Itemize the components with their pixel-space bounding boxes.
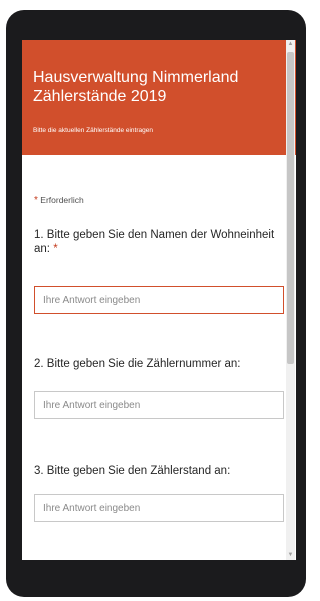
question-1-text: 1. Bitte geben Sie den Namen der Wohnein…: [34, 229, 275, 255]
required-note-text: Erforderlich: [40, 195, 84, 205]
vertical-scrollbar[interactable]: ▲ ▼: [286, 40, 295, 560]
required-note: * Erforderlich: [34, 195, 84, 206]
question-1-required-asterisk: *: [53, 243, 58, 255]
scroll-thumb[interactable]: [287, 52, 294, 364]
required-asterisk: *: [34, 195, 38, 206]
question-3-text: 3. Bitte geben Sie den Zählerstand an:: [34, 465, 231, 477]
question-3-label: 3. Bitte geben Sie den Zählerstand an:: [34, 464, 279, 478]
form-title: Hausverwaltung Nimmerland Zählerstände 2…: [33, 69, 239, 105]
scroll-down-arrow-icon[interactable]: ▼: [286, 551, 295, 560]
form-subtitle: Bitte die aktuellen Zählerstände eintrag…: [33, 127, 153, 134]
phone-frame: Hausverwaltung Nimmerland Zählerstände 2…: [6, 10, 306, 597]
question-2-text: 2. Bitte geben Sie die Zählernummer an:: [34, 358, 241, 370]
answer-1-input[interactable]: [34, 286, 284, 314]
question-1-label: 1. Bitte geben Sie den Namen der Wohnein…: [34, 228, 279, 256]
form-screen: Hausverwaltung Nimmerland Zählerstände 2…: [22, 40, 296, 560]
answer-2-input[interactable]: [34, 391, 284, 419]
question-2-label: 2. Bitte geben Sie die Zählernummer an:: [34, 357, 279, 371]
form-header: Hausverwaltung Nimmerland Zählerstände 2…: [22, 40, 296, 155]
scroll-up-arrow-icon[interactable]: ▲: [286, 40, 295, 49]
answer-3-input[interactable]: [34, 494, 284, 522]
